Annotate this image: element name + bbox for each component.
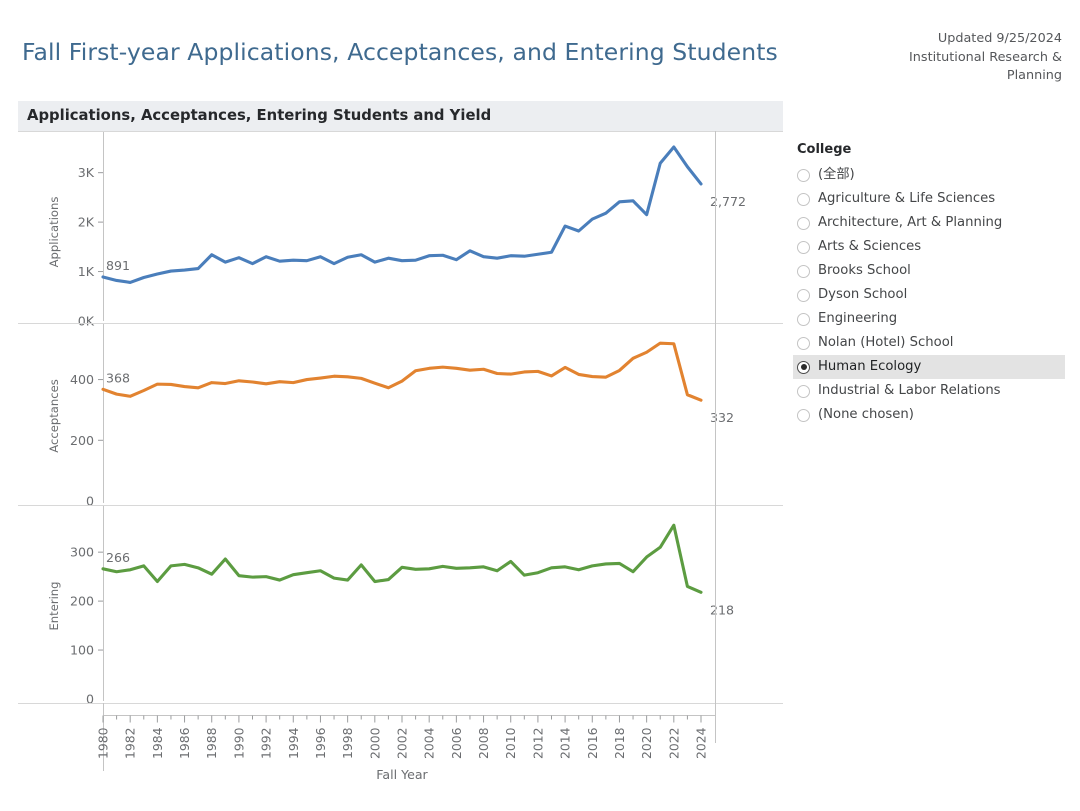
college-option-9[interactable]: Industrial & Labor Relations <box>793 379 1065 403</box>
college-option-label: Agriculture & Life Sciences <box>818 191 996 206</box>
college-filter-title: College <box>797 142 852 157</box>
radio-button-icon[interactable] <box>797 240 810 254</box>
college-option-label: Human Ecology <box>818 359 922 374</box>
college-option-0[interactable]: (全部) <box>793 163 1065 187</box>
x-tick-label: 1980 <box>96 727 111 759</box>
college-option-5[interactable]: Dyson School <box>793 283 1065 307</box>
x-tick-label: 1986 <box>177 727 192 759</box>
college-filter: College (全部) Agriculture & Life Sciences A… <box>793 142 1065 427</box>
y-tick-label: 1K <box>78 264 95 279</box>
start-value-label: 891 <box>106 258 130 273</box>
college-radio-group[interactable]: (全部) Agriculture & Life Sciences Architect… <box>793 163 1065 427</box>
college-option-label: Brooks School <box>818 263 911 278</box>
x-tick-label: 2022 <box>666 728 681 760</box>
y-axis-title: Applications <box>47 197 61 268</box>
x-tick-label: 2018 <box>612 727 627 759</box>
org-line-2: Planning <box>1006 68 1062 83</box>
x-tick-label: 2002 <box>395 728 410 760</box>
college-option-7[interactable]: Nolan (Hotel) School <box>793 331 1065 355</box>
x-tick-label: 1984 <box>150 727 165 759</box>
college-option-label: Arts & Sciences <box>818 239 922 254</box>
radio-button-icon[interactable] <box>797 216 810 230</box>
multi-panel-line-chart: 0K1K2K3KApplications 8912,7720200400Accep… <box>18 131 783 782</box>
radio-button-icon[interactable] <box>797 360 810 374</box>
header-meta: Updated 9/25/2024 Institutional Research… <box>812 30 1062 86</box>
x-axis-title: Fall Year <box>376 767 428 782</box>
college-option-label: (全部) <box>818 167 855 182</box>
radio-button-icon[interactable] <box>797 336 810 350</box>
panel-title-bar: Applications, Acceptances, Entering Stud… <box>18 101 783 131</box>
college-option-3[interactable]: Arts & Sciences <box>793 235 1065 259</box>
panel-title-text: Applications, Acceptances, Entering Stud… <box>27 107 492 124</box>
college-option-8[interactable]: Human Ecology <box>793 355 1065 379</box>
x-tick-label: 2012 <box>530 728 545 760</box>
chart-panel-applications: 0K1K2K3KApplications 8912,772 <box>18 131 783 329</box>
y-tick-label: 2K <box>78 215 95 230</box>
college-option-1[interactable]: Agriculture & Life Sciences <box>793 187 1065 211</box>
college-option-4[interactable]: Brooks School <box>793 259 1065 283</box>
y-tick-label: 0K <box>78 314 95 329</box>
college-option-2[interactable]: Architecture, Art & Planning <box>793 211 1065 235</box>
x-tick-label: 2000 <box>367 727 382 759</box>
college-option-label: Industrial & Labor Relations <box>818 383 1001 398</box>
college-option-label: Engineering <box>818 311 898 326</box>
x-tick-label: 1996 <box>313 727 328 759</box>
y-tick-label: 200 <box>70 433 94 448</box>
college-option-label: Nolan (Hotel) School <box>818 335 954 350</box>
x-tick-label: 1990 <box>231 727 246 759</box>
dashboard-page: Fall First-year Applications, Acceptance… <box>0 0 1080 811</box>
radio-button-icon[interactable] <box>797 312 810 326</box>
y-tick-label: 300 <box>70 545 94 560</box>
data-line-entering[interactable] <box>101 523 703 594</box>
college-option-label: Architecture, Art & Planning <box>818 215 1003 230</box>
radio-button-icon[interactable] <box>797 264 810 278</box>
y-axis-title: Entering <box>47 581 61 630</box>
y-tick-label: 100 <box>70 643 94 658</box>
x-tick-label: 2016 <box>585 727 600 759</box>
end-value-label: 332 <box>710 410 734 425</box>
x-tick-label: 2020 <box>639 727 654 759</box>
updated-date: Updated 9/25/2024 <box>937 31 1062 46</box>
page-title: Fall First-year Applications, Acceptance… <box>22 38 778 66</box>
x-tick-label: 1998 <box>340 727 355 759</box>
x-tick-label: 2006 <box>449 727 464 759</box>
x-tick-label: 2008 <box>476 727 491 759</box>
x-tick-label: 2014 <box>558 727 573 759</box>
y-tick-label: 200 <box>70 594 94 609</box>
data-line-acceptances[interactable] <box>101 341 703 402</box>
x-tick-label: 2024 <box>694 727 709 759</box>
radio-button-icon[interactable] <box>797 408 810 422</box>
college-option-10[interactable]: (None chosen) <box>793 403 1065 427</box>
org-line-1: Institutional Research & <box>909 49 1062 65</box>
y-tick-label: 3K <box>78 165 95 180</box>
college-option-label: (None chosen) <box>818 407 914 422</box>
start-value-label: 368 <box>106 370 130 385</box>
x-tick-label: 2010 <box>503 727 518 759</box>
start-value-label: 266 <box>106 550 130 565</box>
college-option-6[interactable]: Engineering <box>793 307 1065 331</box>
radio-button-icon[interactable] <box>797 192 810 206</box>
chart-panel-acceptances: 0 200 400 Acceptances 368 332 <box>18 323 783 509</box>
y-tick-label: 0 <box>86 692 94 707</box>
x-tick-label: 1988 <box>204 727 219 759</box>
radio-button-icon[interactable] <box>797 288 810 302</box>
x-tick-label: 1994 <box>286 727 301 759</box>
x-tick-label: 1982 <box>123 728 138 760</box>
x-tick-label: 1992 <box>259 728 274 760</box>
x-tick-label: 2004 <box>422 727 437 759</box>
y-tick-label: 400 <box>70 372 94 387</box>
chart-panel-entering: 0 100 200 300 Entering 266 218 <box>18 505 783 707</box>
college-option-label: Dyson School <box>818 287 908 302</box>
data-line-applications[interactable] <box>101 145 703 284</box>
radio-button-icon[interactable] <box>797 384 810 398</box>
y-tick-label: 0 <box>86 494 94 509</box>
page-header: Fall First-year Applications, Acceptance… <box>0 0 1080 92</box>
radio-button-icon[interactable] <box>797 168 810 182</box>
x-axis: 1980 1982 1984 1986 1988 1990 1992 1994 1996 1998… <box>96 703 715 782</box>
y-axis-title: Acceptances <box>47 379 61 453</box>
end-value-label: 218 <box>710 602 734 617</box>
charts-container: 0K 1K 2K 3K Applications 891 2,772 0 200 400 Accep… <box>18 131 783 796</box>
